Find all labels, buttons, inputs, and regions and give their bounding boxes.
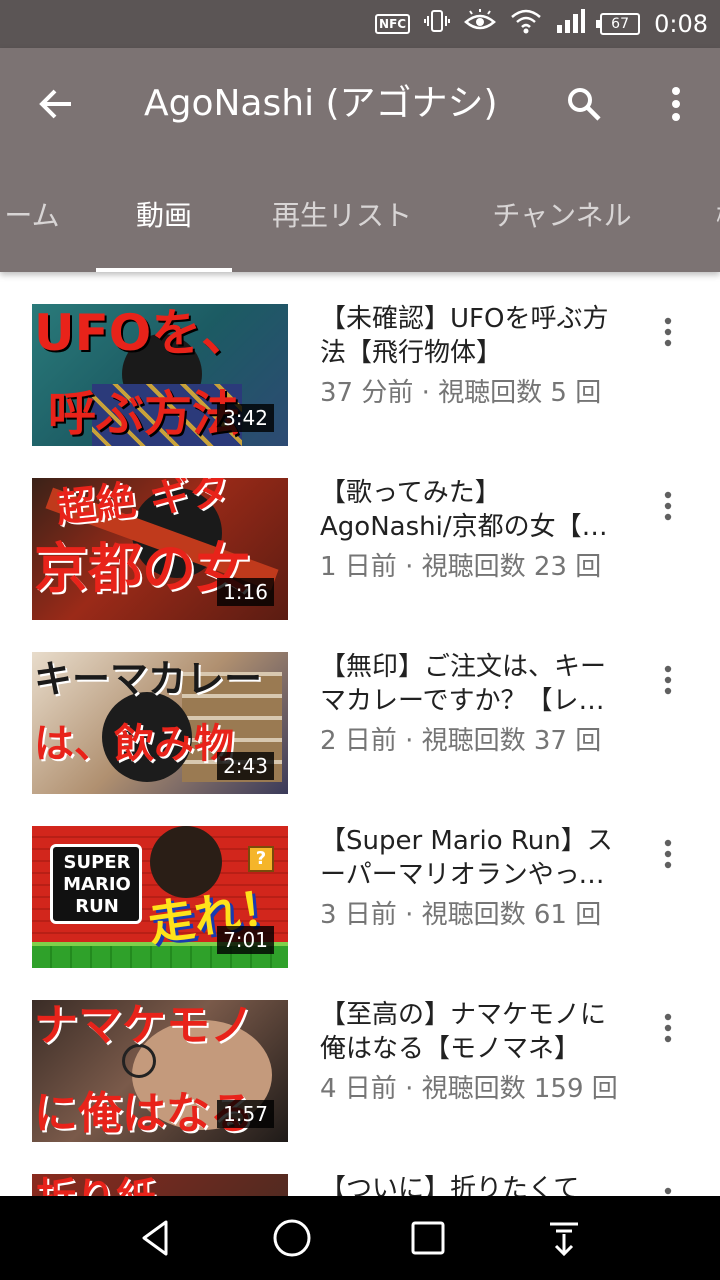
nav-home-button[interactable] — [268, 1214, 316, 1262]
tab-videos[interactable]: 動画 — [96, 168, 232, 272]
more-options-button[interactable] — [650, 78, 702, 130]
eye-icon — [464, 8, 497, 40]
video-more-button[interactable] — [652, 1182, 684, 1196]
vibrate-icon — [424, 8, 451, 40]
video-item[interactable]: 折り紙 【ついに】折りたくて — [0, 1142, 720, 1196]
system-nav-bar — [0, 1196, 720, 1280]
home-circle-icon — [273, 1219, 311, 1257]
back-button[interactable] — [30, 78, 82, 130]
more-vert-icon — [664, 1013, 672, 1043]
video-title[interactable]: 【未確認】UFOを呼ぶ方法【飛行物体】 — [320, 302, 620, 370]
thumb-caption: は、飲み物 — [34, 721, 234, 767]
video-title[interactable]: 【Super Mario Run】スーパーマリオランやってみた — [320, 824, 620, 892]
thumb-caption: UFOを、 — [34, 304, 252, 362]
battery-level: 67 — [611, 16, 629, 32]
thumb-figure — [150, 826, 222, 898]
video-meta: 37 分前 · 視聴回数 5 回 — [320, 378, 602, 408]
more-vert-icon — [664, 1187, 672, 1195]
video-more-button[interactable] — [652, 486, 684, 526]
nfc-icon: NFC — [375, 14, 411, 34]
video-duration: 3:42 — [217, 404, 274, 432]
thumb-caption: ナマケモノ — [34, 1000, 254, 1051]
question-block-icon: ? — [248, 846, 274, 872]
video-meta: 1 日前 · 視聴回数 23 回 — [320, 552, 602, 582]
more-vert-icon — [664, 839, 672, 869]
search-icon — [568, 88, 601, 121]
recents-square-icon — [411, 1221, 445, 1255]
video-item[interactable]: ナマケモノ に俺はなる 1:57 【至高の】ナマケモノに俺はなる【モノマネ】 4… — [0, 968, 720, 1142]
status-icons: NFC 67 0:08 — [375, 0, 708, 48]
video-thumbnail[interactable]: キーマカレー は、飲み物 2:43 — [32, 652, 288, 794]
video-item[interactable]: 超絶 ギタ 京都の女 1:16 【歌ってみた】AgoNashi/京都の女【歌詞付… — [0, 446, 720, 620]
back-triangle-icon — [142, 1220, 168, 1256]
search-button[interactable] — [558, 78, 610, 130]
video-title[interactable]: 【無印】ご注文は、キーマカレーですか？【レビュー】 — [320, 650, 620, 718]
thumb-caption: 折り紙 — [36, 1178, 156, 1196]
video-more-button[interactable] — [652, 834, 684, 874]
video-title[interactable]: 【ついに】折りたくて — [320, 1172, 620, 1196]
signal-icon — [556, 8, 586, 40]
video-meta: 3 日前 · 視聴回数 61 回 — [320, 900, 602, 930]
video-thumbnail[interactable]: 折り紙 — [32, 1174, 288, 1196]
video-duration: 2:43 — [217, 752, 274, 780]
tab-playlists[interactable]: 再生リスト — [262, 168, 422, 272]
battery-icon: 67 — [596, 13, 641, 35]
nav-notification-button[interactable] — [540, 1214, 588, 1262]
video-duration: 1:57 — [217, 1100, 274, 1128]
more-vert-icon — [664, 317, 672, 347]
video-thumbnail[interactable]: 超絶 ギタ 京都の女 1:16 — [32, 478, 288, 620]
channel-tabs: ーム 動画 再生リスト チャンネル 概 — [0, 168, 720, 272]
wifi-icon — [510, 8, 542, 40]
more-vert-icon — [672, 87, 680, 121]
video-list: UFOを、 呼ぶ方法 3:42 【未確認】UFOを呼ぶ方法【飛行物体】 37 分… — [0, 272, 720, 1196]
video-item[interactable]: SUPER MARIO RUN ? 走れ！ 7:01 【Super Mario … — [0, 794, 720, 968]
video-duration: 1:16 — [217, 578, 274, 606]
channel-title: AgoNashi (アゴナシ) — [144, 83, 498, 124]
video-duration: 7:01 — [217, 926, 274, 954]
video-more-button[interactable] — [652, 1008, 684, 1048]
nav-back-button[interactable] — [132, 1214, 180, 1262]
thumb-caption: SUPER MARIO RUN — [63, 852, 131, 917]
tab-channels[interactable]: チャンネル — [482, 168, 642, 272]
video-item[interactable]: UFOを、 呼ぶ方法 3:42 【未確認】UFOを呼ぶ方法【飛行物体】 37 分… — [0, 272, 720, 446]
more-vert-icon — [664, 665, 672, 695]
video-meta: 2 日前 · 視聴回数 37 回 — [320, 726, 602, 756]
video-more-button[interactable] — [652, 312, 684, 352]
thumb-caption: キーマカレー — [34, 657, 263, 701]
video-title[interactable]: 【至高の】ナマケモノに俺はなる【モノマネ】 — [320, 998, 620, 1066]
notification-pull-icon — [550, 1222, 578, 1257]
video-more-button[interactable] — [652, 660, 684, 700]
video-thumbnail[interactable]: UFOを、 呼ぶ方法 3:42 — [32, 304, 288, 446]
video-title[interactable]: 【歌ってみた】AgoNashi/京都の女【歌詞付き】 — [320, 476, 620, 544]
video-item[interactable]: キーマカレー は、飲み物 2:43 【無印】ご注文は、キーマカレーですか？【レビ… — [0, 620, 720, 794]
clock: 0:08 — [654, 10, 708, 38]
more-vert-icon — [664, 491, 672, 521]
video-meta: 4 日前 · 視聴回数 159 回 — [320, 1074, 618, 1104]
nav-recents-button[interactable] — [404, 1214, 452, 1262]
status-bar: NFC 67 0:08 — [0, 0, 720, 48]
tab-about[interactable]: 概 — [700, 168, 720, 272]
video-thumbnail[interactable]: SUPER MARIO RUN ? 走れ！ 7:01 — [32, 826, 288, 968]
video-thumbnail[interactable]: ナマケモノ に俺はなる 1:57 — [32, 1000, 288, 1142]
tab-home[interactable]: ーム — [0, 168, 72, 272]
arrow-left-icon — [39, 89, 71, 119]
channel-app-bar: AgoNashi (アゴナシ) ーム 動画 再生リスト チャンネル 概 — [0, 48, 720, 272]
thumb-caption: 呼ぶ方法 — [48, 386, 241, 442]
